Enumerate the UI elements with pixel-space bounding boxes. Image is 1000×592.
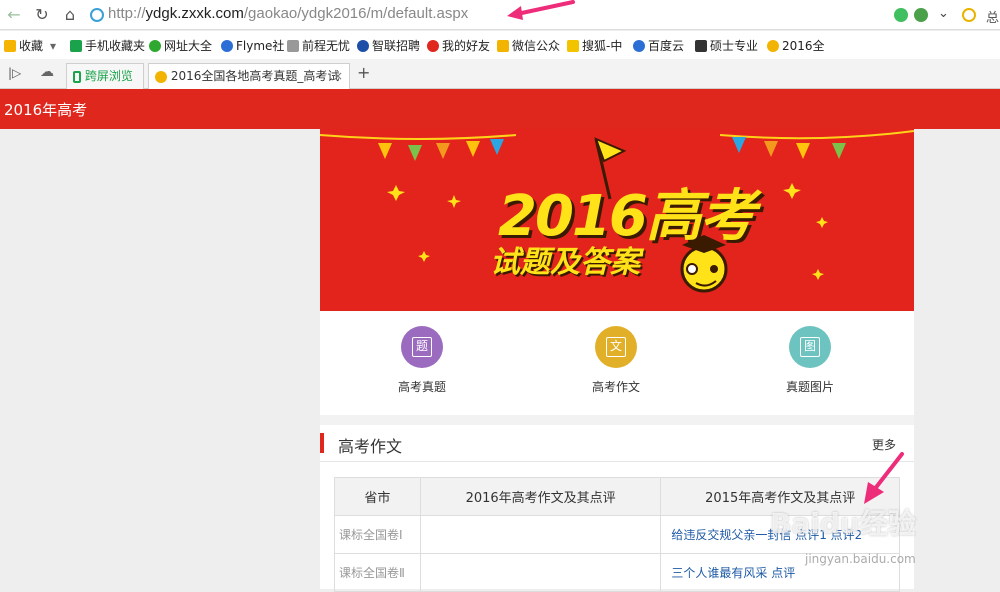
bookmark-item[interactable]: 百度云 xyxy=(633,37,684,54)
globe-icon xyxy=(90,8,104,22)
hand-icon xyxy=(287,39,299,52)
bookmark-item[interactable]: 智联招聘 xyxy=(357,37,420,54)
star-icon xyxy=(4,39,16,52)
site-icon xyxy=(221,39,233,52)
back-icon[interactable]: ← xyxy=(4,5,24,25)
category-row: 题 高考真题 文 高考作文 图 真题图片 xyxy=(320,311,914,415)
watermark: Baidu经验 xyxy=(770,507,916,540)
table-header: 2016年高考作文及其点评 xyxy=(419,477,662,516)
province-cell: 课标全国卷Ⅰ xyxy=(334,515,421,554)
url-path: /gaokao/ydgk2016/m/default.aspx xyxy=(243,5,469,22)
panel-title: 高考作文 xyxy=(338,437,403,456)
bookmark-item[interactable]: Flyme社 xyxy=(221,37,284,54)
url-domain: ydgk.zxxk.com xyxy=(145,5,244,22)
new-tab-button[interactable]: + xyxy=(357,63,370,82)
category-label: 真题图片 xyxy=(785,380,834,394)
table-header: 省市 xyxy=(334,477,421,516)
site-icon xyxy=(149,39,161,52)
close-tab-icon[interactable]: × xyxy=(333,64,343,88)
site-header-title: 2016年高考 xyxy=(4,101,88,119)
url-field[interactable]: http://ydgk.zxxk.com/gaokao/ydgk2016/m/d… xyxy=(86,3,886,27)
search-engine-icon[interactable] xyxy=(962,8,976,22)
province-cell: 课标全国卷Ⅱ xyxy=(334,553,421,592)
category-essays[interactable]: 文 高考作文 xyxy=(556,326,676,395)
more-link[interactable]: 更多 xyxy=(872,436,896,453)
watermark-url: jingyan.baidu.com xyxy=(805,552,916,566)
chevron-down-icon: ▾ xyxy=(50,38,57,53)
cloud-icon[interactable]: ☁ xyxy=(40,64,54,80)
address-bar: ← ↻ ⌂ http://ydgk.zxxk.com/gaokao/ydgk20… xyxy=(0,0,1000,30)
site-icon xyxy=(357,39,369,52)
divider xyxy=(320,461,914,462)
banner[interactable]: 2016高考 试题及答案 xyxy=(320,129,914,311)
exam-paper-icon: 题 xyxy=(401,326,443,368)
bookmarks-bar: 收藏 ▾ 手机收藏夹 网址大全 Flyme社 前程无忧 智联招聘 我的好友 微信公… xyxy=(0,31,1000,59)
tab-bar: |▷ ☁ 跨屏浏览 2016全国各地高考真题_高考试 × + xyxy=(0,59,1000,89)
tab-cross-screen[interactable]: 跨屏浏览 xyxy=(66,63,144,89)
home-icon[interactable]: ⌂ xyxy=(60,5,80,25)
panel-accent-bar xyxy=(320,433,324,453)
phone-icon xyxy=(70,39,82,52)
annotation-arrow-icon xyxy=(864,452,904,504)
bookmark-item[interactable]: 搜狐-中 xyxy=(567,37,622,54)
category-label: 高考真题 xyxy=(397,380,446,394)
emoji-icon xyxy=(155,70,167,83)
bookmark-item[interactable]: 手机收藏夹 xyxy=(70,37,145,54)
site-header: 2016年高考 xyxy=(0,89,1000,129)
bookmark-item[interactable]: 收藏 ▾ xyxy=(4,37,56,54)
graduation-cap-icon xyxy=(695,39,707,52)
bookmark-item[interactable]: 微信公众 xyxy=(497,37,560,54)
category-images[interactable]: 图 真题图片 xyxy=(750,326,870,395)
reload-icon[interactable]: ↻ xyxy=(32,5,52,25)
banner-subtitle: 试题及答案 xyxy=(490,245,640,280)
image-icon: 图 xyxy=(789,326,831,368)
essay-2016-cell xyxy=(419,553,662,592)
url-prefix: http:// xyxy=(108,5,146,22)
bookmark-item[interactable]: 前程无忧 xyxy=(287,37,350,54)
essay-icon: 文 xyxy=(595,326,637,368)
dropdown-chevron-icon[interactable]: ⌄ xyxy=(938,6,949,21)
search-engine-label: 总 xyxy=(986,11,1000,26)
cloud-icon xyxy=(633,39,645,52)
category-label: 高考作文 xyxy=(591,380,640,394)
tab-active[interactable]: 2016全国各地高考真题_高考试 × xyxy=(148,63,350,89)
annotation-arrow-icon xyxy=(507,0,575,20)
sidebar-toggle-icon[interactable]: |▷ xyxy=(8,66,21,80)
weibo-icon xyxy=(427,39,439,52)
category-exam-papers[interactable]: 题 高考真题 xyxy=(362,326,482,395)
extension-icon[interactable] xyxy=(894,8,908,22)
leaf-icon[interactable] xyxy=(914,8,928,22)
bookmark-item[interactable]: 硕士专业 xyxy=(695,37,758,54)
emoji-icon xyxy=(767,39,779,52)
wechat-icon xyxy=(497,39,509,52)
essay-2016-cell xyxy=(419,515,662,554)
bookmark-item[interactable]: 2016全 xyxy=(767,37,825,54)
bookmark-item[interactable]: 我的好友 xyxy=(427,37,490,54)
phone-icon xyxy=(73,70,81,83)
bookmark-item[interactable]: 网址大全 xyxy=(149,37,212,54)
sohu-icon xyxy=(567,39,579,52)
